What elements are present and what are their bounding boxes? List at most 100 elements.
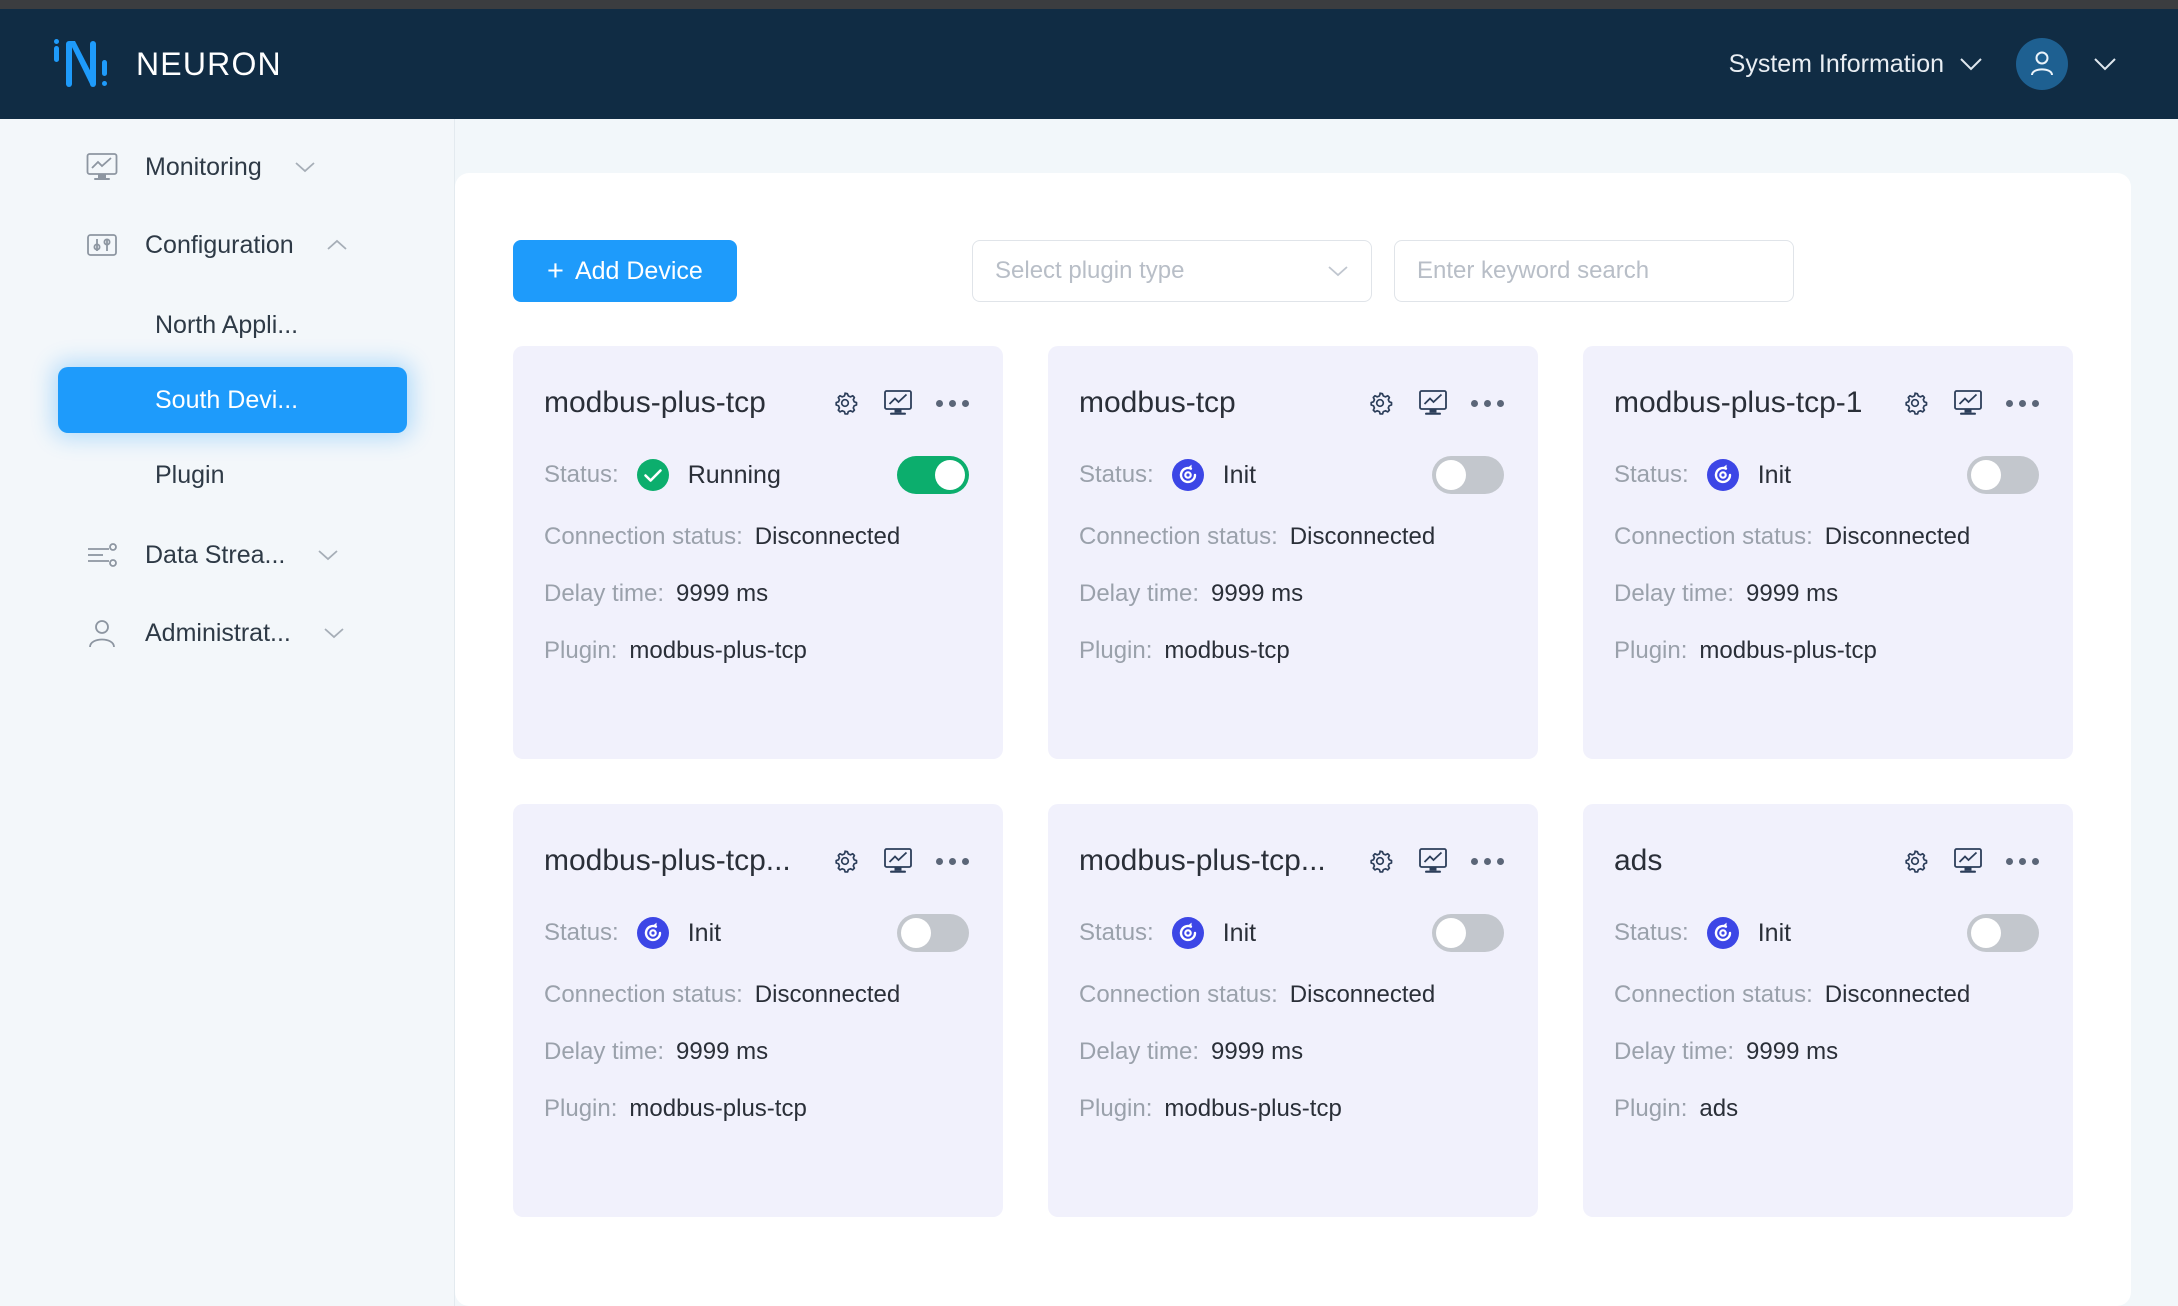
- device-card-3[interactable]: modbus-plus-tcp-1 Status: Init: [1583, 346, 2073, 759]
- delay-time-label: Delay time:: [1614, 1038, 1734, 1066]
- chevron-down-icon: [1960, 58, 1982, 71]
- delay-time-row: Delay time: 9999 ms: [1614, 1038, 2039, 1066]
- monitor-chart-icon[interactable]: [1417, 845, 1449, 877]
- device-status-row: Status: Init: [1614, 456, 2039, 494]
- init-refresh-icon: [1705, 457, 1741, 493]
- monitor-chart-icon[interactable]: [882, 845, 914, 877]
- init-refresh-icon: [1705, 915, 1741, 951]
- plugin-row: Plugin: ads: [1614, 1095, 2039, 1123]
- plugin-label: Plugin:: [1614, 637, 1687, 665]
- device-card-5[interactable]: modbus-plus-tcp... Status: Init: [1048, 804, 1538, 1217]
- device-name: ads: [1614, 844, 1662, 878]
- monitor-chart-icon[interactable]: [1952, 387, 1984, 419]
- device-power-toggle[interactable]: [1432, 914, 1504, 952]
- connection-status-row: Connection status: Disconnected: [1614, 981, 2039, 1009]
- plugin-value: modbus-plus-tcp: [1699, 637, 1876, 665]
- gear-icon[interactable]: [830, 388, 860, 418]
- gear-icon[interactable]: [1900, 388, 1930, 418]
- sidebar-item-label: Data Strea...: [145, 541, 285, 570]
- gear-icon[interactable]: [1900, 846, 1930, 876]
- status-value: Init: [688, 919, 721, 948]
- device-card-1[interactable]: modbus-plus-tcp Status: Running: [513, 346, 1003, 759]
- device-power-toggle[interactable]: [897, 456, 969, 494]
- gear-icon[interactable]: [1365, 388, 1395, 418]
- device-card-actions: [1365, 845, 1504, 877]
- sidebar-item-plugin[interactable]: Plugin: [0, 447, 454, 503]
- device-card-2[interactable]: modbus-tcp Status: Init: [1048, 346, 1538, 759]
- toggle-knob: [901, 918, 931, 948]
- chevron-down-icon: [323, 627, 345, 640]
- device-power-toggle[interactable]: [897, 914, 969, 952]
- toggle-knob: [1971, 460, 2001, 490]
- search-input[interactable]: [1394, 240, 1794, 302]
- plugin-row: Plugin: modbus-plus-tcp: [1614, 637, 2039, 665]
- status-label: Status:: [1079, 461, 1154, 489]
- ellipsis-icon[interactable]: [2006, 400, 2039, 407]
- connection-status-label: Connection status:: [1079, 523, 1278, 551]
- device-power-toggle[interactable]: [1967, 914, 2039, 952]
- sidebar-item-data-streams[interactable]: Data Strea...: [0, 525, 454, 585]
- status-badge: [1705, 457, 1741, 493]
- connection-status-label: Connection status:: [544, 981, 743, 1009]
- ellipsis-icon[interactable]: [1471, 858, 1504, 865]
- plugin-row: Plugin: modbus-tcp: [1079, 637, 1504, 665]
- device-name: modbus-plus-tcp...: [544, 844, 791, 878]
- device-card-header: modbus-plus-tcp...: [1079, 838, 1504, 884]
- sidebar-item-label: Plugin: [155, 461, 225, 490]
- chevron-down-icon: [317, 549, 339, 562]
- status-label: Status:: [544, 919, 619, 947]
- system-information-menu[interactable]: System Information: [1729, 50, 1982, 79]
- sidebar-item-monitoring[interactable]: Monitoring: [0, 137, 454, 197]
- init-refresh-icon: [1170, 457, 1206, 493]
- data-stream-icon: [85, 538, 119, 572]
- device-card-header: modbus-tcp: [1079, 380, 1504, 426]
- device-status-row: Status: Running: [544, 456, 969, 494]
- status-value: Init: [1223, 919, 1256, 948]
- delay-time-value: 9999 ms: [1211, 1038, 1303, 1066]
- header-right-group: System Information: [1729, 38, 2116, 90]
- monitor-chart-icon[interactable]: [882, 387, 914, 419]
- gear-icon[interactable]: [830, 846, 860, 876]
- device-card-header: modbus-plus-tcp-1: [1614, 380, 2039, 426]
- plugin-row: Plugin: modbus-plus-tcp: [544, 637, 969, 665]
- sidebar-item-label: Configuration: [145, 231, 294, 260]
- sidebar-item-north-apps[interactable]: North Appli...: [0, 297, 454, 353]
- device-power-toggle[interactable]: [1432, 456, 1504, 494]
- sidebar-item-label: South Devi...: [155, 386, 298, 415]
- chevron-up-icon: [326, 239, 348, 252]
- gear-icon[interactable]: [1365, 846, 1395, 876]
- brand-logo-group: NEURON: [52, 38, 282, 90]
- connection-status-row: Connection status: Disconnected: [544, 981, 969, 1009]
- content-panel: + Add Device Select plugin type modbus-p…: [455, 173, 2131, 1306]
- user-menu[interactable]: [2016, 38, 2116, 90]
- ellipsis-icon[interactable]: [936, 400, 969, 407]
- plugin-value: modbus-plus-tcp: [1164, 1095, 1341, 1123]
- device-status-row: Status: Init: [544, 914, 969, 952]
- device-card-6[interactable]: ads Status: Init: [1583, 804, 2073, 1217]
- sidebar-item-configuration[interactable]: Configuration: [0, 215, 454, 275]
- toggle-knob: [935, 460, 965, 490]
- status-badge: [1170, 915, 1206, 951]
- connection-status-label: Connection status:: [1614, 981, 1813, 1009]
- connection-status-label: Connection status:: [1079, 981, 1278, 1009]
- ellipsis-icon[interactable]: [936, 858, 969, 865]
- add-device-label: Add Device: [575, 257, 703, 286]
- ellipsis-icon[interactable]: [1471, 400, 1504, 407]
- add-device-button[interactable]: + Add Device: [513, 240, 737, 302]
- plugin-type-select[interactable]: Select plugin type: [972, 240, 1372, 302]
- monitor-chart-icon: [85, 150, 119, 184]
- neuron-logo-icon: [52, 38, 114, 90]
- sidebar-item-south-devices[interactable]: South Devi...: [58, 367, 407, 433]
- delay-time-value: 9999 ms: [1211, 580, 1303, 608]
- sidebar-item-administration[interactable]: Administrat...: [0, 603, 454, 663]
- ellipsis-icon[interactable]: [2006, 858, 2039, 865]
- toolbar: + Add Device Select plugin type: [513, 240, 2073, 302]
- device-power-toggle[interactable]: [1967, 456, 2039, 494]
- delay-time-label: Delay time:: [1079, 1038, 1199, 1066]
- delay-time-value: 9999 ms: [1746, 580, 1838, 608]
- device-card-4[interactable]: modbus-plus-tcp... Status: Init: [513, 804, 1003, 1217]
- monitor-chart-icon[interactable]: [1952, 845, 1984, 877]
- monitor-chart-icon[interactable]: [1417, 387, 1449, 419]
- device-card-actions: [1900, 387, 2039, 419]
- running-check-icon: [635, 457, 671, 493]
